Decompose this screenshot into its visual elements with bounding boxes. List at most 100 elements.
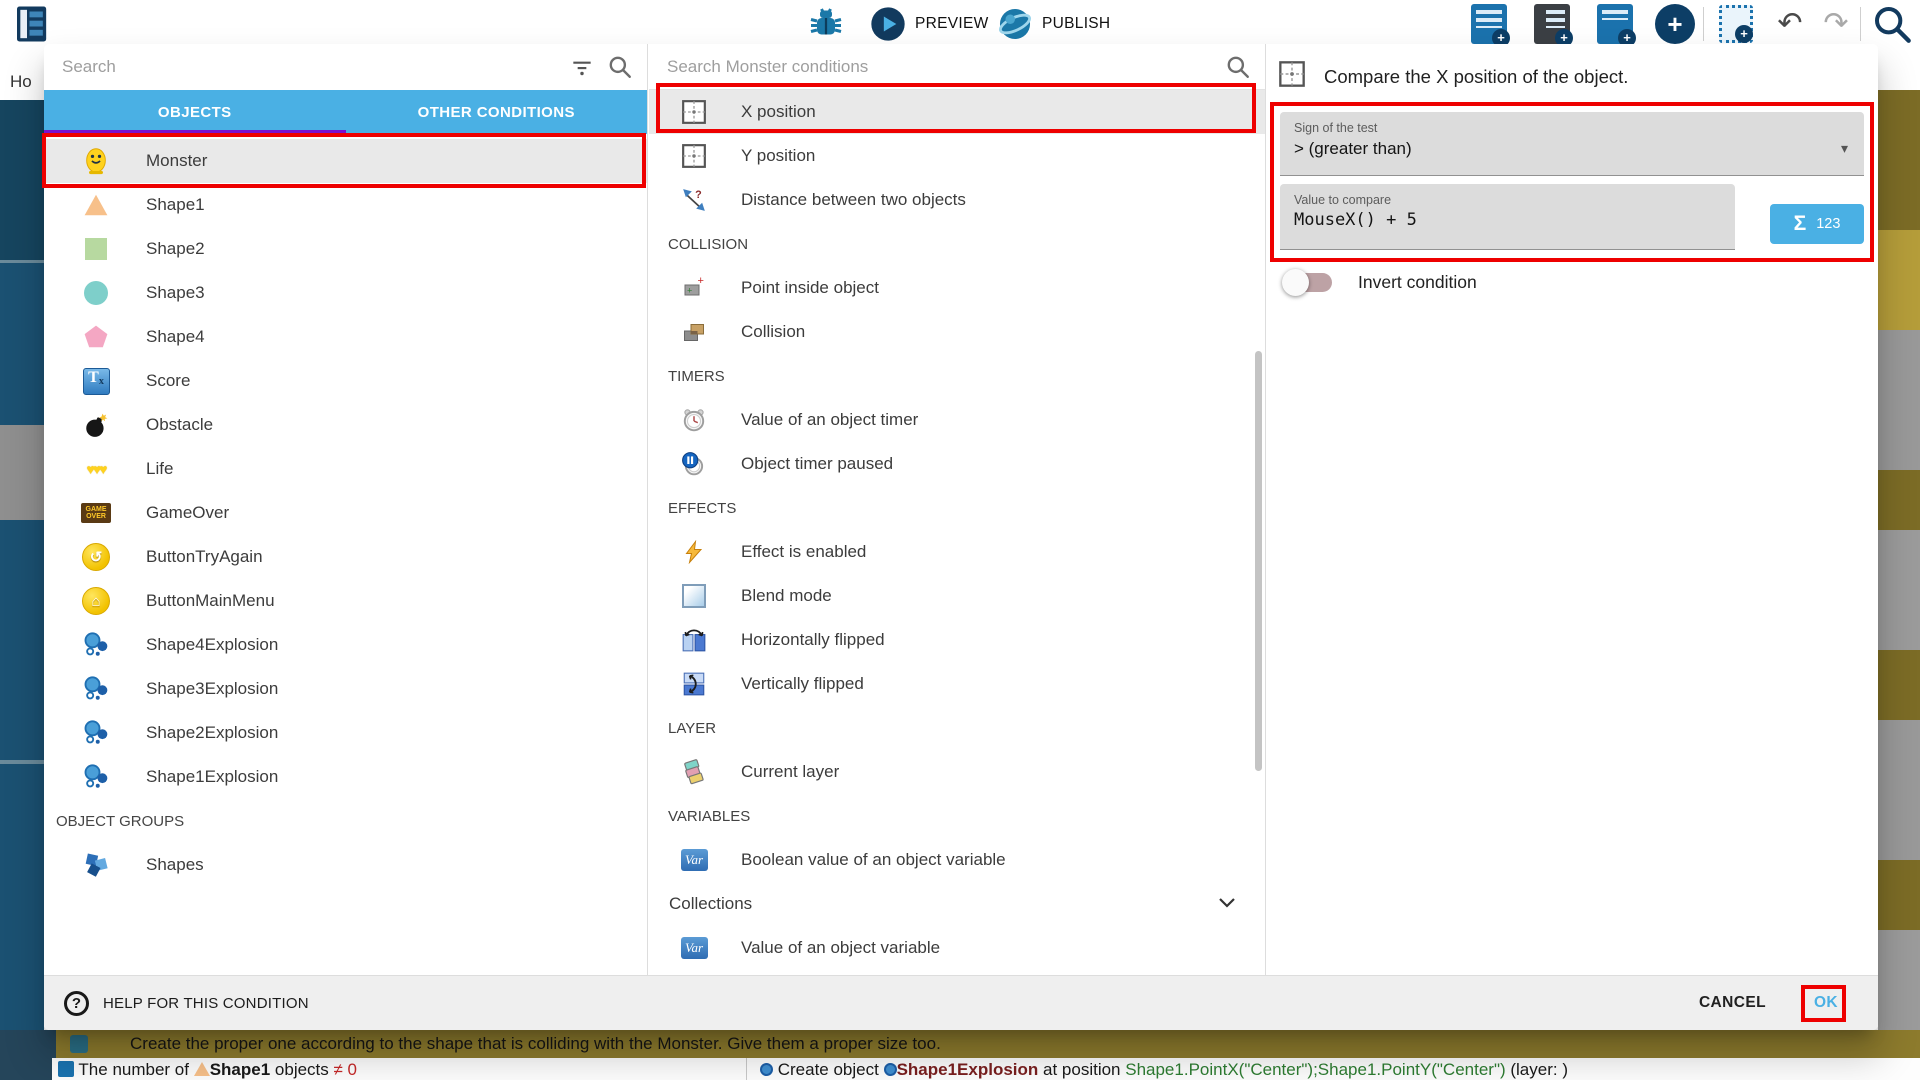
value-to-compare-input[interactable] xyxy=(1294,210,1721,230)
debugger-button[interactable] xyxy=(806,4,846,44)
add-event-icon: + xyxy=(1471,4,1507,44)
condition-row-timer-value[interactable]: Value of an object timer xyxy=(649,398,1265,442)
invert-condition-toggle[interactable] xyxy=(1286,273,1332,292)
condition-row-timer-paused[interactable]: Object timer paused xyxy=(649,442,1265,486)
ok-button[interactable]: OK xyxy=(1814,994,1838,1012)
position-icon xyxy=(679,141,709,171)
particle-emitter-icon xyxy=(81,718,111,748)
object-name: Shape1 xyxy=(146,195,205,215)
condition-row-vertically-flipped[interactable]: Vertically flipped xyxy=(649,662,1265,706)
condition-label: Vertically flipped xyxy=(741,674,864,694)
pink-pentagon-icon xyxy=(81,322,111,352)
object-row-obstacle[interactable]: Obstacle xyxy=(44,403,647,447)
variable-icon: Var xyxy=(679,933,709,963)
invert-condition-row: Invert condition xyxy=(1280,272,1477,293)
condition-row-distance[interactable]: ? Distance between two objects xyxy=(649,178,1265,222)
expression-builder-button[interactable]: Σ 123 xyxy=(1770,204,1864,244)
object-row-shape2explosion[interactable]: Shape2Explosion xyxy=(44,711,647,755)
section-header-variables: VARIABLES xyxy=(649,794,1265,838)
dropdown-arrow-icon: ▾ xyxy=(1841,140,1848,157)
redo-button[interactable]: ↷ xyxy=(1816,4,1856,44)
undo-button[interactable]: ↶ xyxy=(1770,4,1810,44)
conditions-list: X position Y position ? Distance between… xyxy=(649,90,1265,970)
background-event-row xyxy=(1878,470,1920,530)
objects-panel: OBJECTS OTHER CONDITIONS Monster Shape1 xyxy=(44,44,648,975)
condition-row-y-position[interactable]: Y position xyxy=(649,134,1265,178)
publish-label[interactable]: PUBLISH xyxy=(1042,15,1110,33)
active-tab-indicator xyxy=(44,130,346,134)
condition-label: Value of an object variable xyxy=(741,938,940,958)
tab-other-conditions[interactable]: OTHER CONDITIONS xyxy=(346,90,648,134)
object-row-shape1[interactable]: Shape1 xyxy=(44,183,647,227)
preview-button[interactable] xyxy=(868,4,908,44)
condition-row-boolean-variable[interactable]: Var Boolean value of an object variable xyxy=(649,838,1265,882)
particle-icon xyxy=(884,1063,897,1076)
object-row-monster[interactable]: Monster xyxy=(44,139,647,183)
shape1-icon xyxy=(194,1062,210,1076)
gameover-text-icon: GAMEOVER xyxy=(81,498,111,528)
tab-objects[interactable]: OBJECTS xyxy=(44,90,346,134)
add-comment-button[interactable]: + xyxy=(1595,4,1635,44)
condition-row-horizontally-flipped[interactable]: Horizontally flipped xyxy=(649,618,1265,662)
search-events-button[interactable] xyxy=(1872,4,1912,44)
condition-row-x-position[interactable]: X position xyxy=(649,90,1265,134)
object-row-gameover[interactable]: GAMEOVER GameOver xyxy=(44,491,647,535)
condition-label: Current layer xyxy=(741,762,839,782)
flip-horizontal-icon xyxy=(679,625,709,655)
sign-of-test-dropdown[interactable]: Sign of the test > (greater than) ▾ xyxy=(1280,112,1864,176)
condition-icon xyxy=(58,1061,74,1077)
object-row-shape3explosion[interactable]: Shape3Explosion xyxy=(44,667,647,711)
scrollbar-thumb[interactable] xyxy=(1255,351,1262,771)
condition-label: Boolean value of an object variable xyxy=(741,850,1006,870)
filter-icon xyxy=(569,54,595,80)
add-event-button[interactable]: + xyxy=(1469,4,1509,44)
objects-list: Monster Shape1 Shape2 Shape3 xyxy=(44,134,647,887)
objects-search-input[interactable] xyxy=(62,57,557,77)
condition-group-collections[interactable]: Collections xyxy=(649,882,1265,926)
condition-row-collision[interactable]: Collision xyxy=(649,310,1265,354)
object-row-shape2[interactable]: Shape2 xyxy=(44,227,647,271)
paste-button[interactable]: + xyxy=(1716,4,1756,44)
chevron-down-icon[interactable] xyxy=(1215,890,1239,919)
play-icon xyxy=(868,4,908,44)
condition-row-variable-value[interactable]: Var Value of an object variable xyxy=(649,926,1265,970)
object-row-shape4[interactable]: Shape4 xyxy=(44,315,647,359)
condition-row-blend-mode[interactable]: Blend mode xyxy=(649,574,1265,618)
background-events-panel xyxy=(0,764,44,1030)
object-row-shape3[interactable]: Shape3 xyxy=(44,271,647,315)
object-row-shape4explosion[interactable]: Shape4Explosion xyxy=(44,623,647,667)
object-row-buttonmainmenu[interactable]: ⌂ ButtonMainMenu xyxy=(44,579,647,623)
lightning-icon xyxy=(679,537,709,567)
hearts-icon: ♥♥♥ xyxy=(81,454,111,484)
condition-row-point-inside[interactable]: ++ Point inside object xyxy=(649,266,1265,310)
preview-label[interactable]: PREVIEW xyxy=(915,15,989,33)
conditions-panel: X position Y position ? Distance between… xyxy=(649,44,1266,975)
condition-row-current-layer[interactable]: Current layer xyxy=(649,750,1265,794)
object-row-shape1explosion[interactable]: Shape1Explosion xyxy=(44,755,647,799)
condition-label: Blend mode xyxy=(741,586,832,606)
object-row-score[interactable]: Tx Score xyxy=(44,359,647,403)
layers-icon xyxy=(679,757,709,787)
conditions-search-input[interactable] xyxy=(667,57,1213,77)
section-header-collision: COLLISION xyxy=(649,222,1265,266)
monster-icon xyxy=(81,146,111,176)
object-group-row-shapes[interactable]: Shapes xyxy=(44,843,647,887)
object-row-life[interactable]: ♥♥♥ Life xyxy=(44,447,647,491)
redo-icon: ↷ xyxy=(1823,5,1848,43)
object-row-buttontryagain[interactable]: ↺ ButtonTryAgain xyxy=(44,535,647,579)
background-events-panel xyxy=(0,425,44,520)
distance-icon: ? xyxy=(679,185,709,215)
toggle-knob[interactable] xyxy=(1282,269,1309,296)
publish-button[interactable] xyxy=(995,4,1035,44)
object-name: ButtonMainMenu xyxy=(146,591,275,611)
add-more-events-button[interactable]: + xyxy=(1655,4,1695,44)
help-for-condition-link[interactable]: ? HELP FOR THIS CONDITION xyxy=(64,991,309,1016)
condition-row-effect-enabled[interactable]: Effect is enabled xyxy=(649,530,1265,574)
yellow-home-button-icon: ⌂ xyxy=(81,586,111,616)
add-subevent-button[interactable]: + xyxy=(1532,4,1572,44)
filter-button[interactable] xyxy=(569,54,595,80)
background-event-row xyxy=(1878,90,1920,230)
field-label: Value to compare xyxy=(1294,193,1721,207)
cancel-button[interactable]: CANCEL xyxy=(1699,994,1766,1012)
events-sheet-icon xyxy=(12,4,52,44)
